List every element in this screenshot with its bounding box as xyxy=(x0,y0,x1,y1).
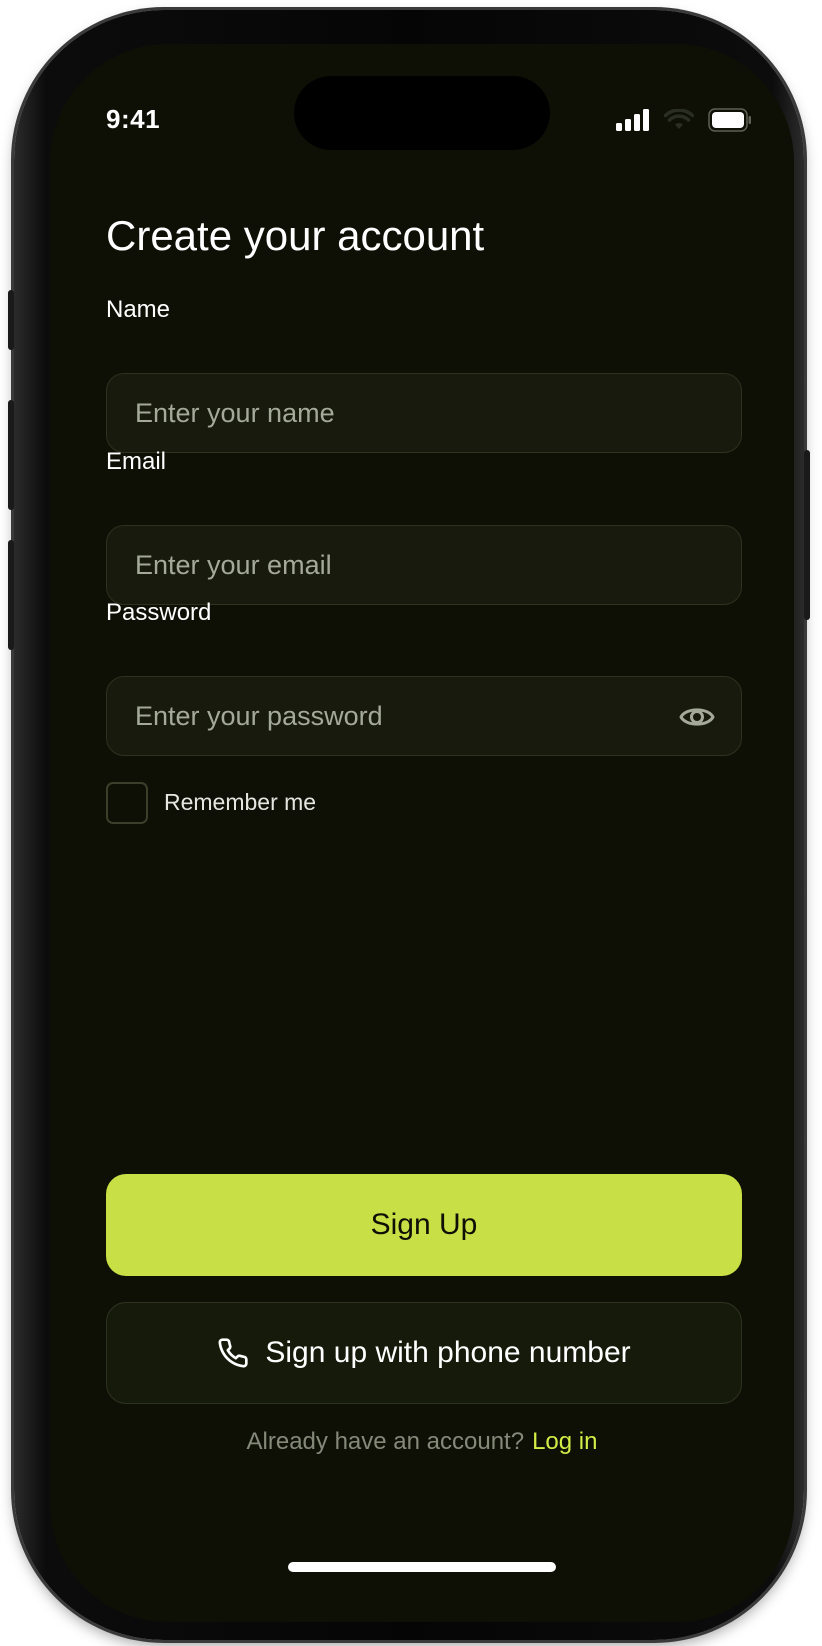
email-input[interactable] xyxy=(135,526,695,604)
name-field xyxy=(106,373,742,453)
dynamic-island xyxy=(294,76,550,150)
login-link[interactable]: Log in xyxy=(532,1428,597,1455)
battery-icon xyxy=(708,108,751,132)
power-button xyxy=(804,450,810,620)
name-input[interactable] xyxy=(135,374,695,452)
login-prompt: Already have an account? Log in xyxy=(50,1428,794,1456)
email-field xyxy=(106,525,742,605)
eye-icon[interactable] xyxy=(679,699,715,735)
status-icons xyxy=(616,108,752,132)
screen: 9:41 Create your account Name Enter your… xyxy=(50,44,794,1622)
volume-down-button xyxy=(8,540,14,650)
password-label: Password xyxy=(106,599,212,626)
remember-me-checkbox[interactable] xyxy=(106,782,148,824)
email-label: Email xyxy=(106,448,167,475)
page-title: Create your account xyxy=(106,212,485,259)
sign-up-button-label: Sign Up xyxy=(370,1208,478,1241)
home-indicator xyxy=(288,1562,556,1572)
phone-sign-up-label: Sign up with phone number xyxy=(265,1336,631,1369)
wifi-icon xyxy=(664,109,694,129)
cellular-signal-icon xyxy=(616,109,649,131)
sign-up-button[interactable]: Sign Up xyxy=(106,1174,742,1276)
status-time: 9:41 xyxy=(106,104,161,134)
action-button xyxy=(8,290,14,350)
password-input[interactable] xyxy=(135,677,695,755)
phone-sign-up-button[interactable]: Sign up with phone number xyxy=(106,1302,742,1404)
phone-frame: 9:41 Create your account Name Enter your… xyxy=(8,10,810,1640)
phone-icon xyxy=(218,1338,249,1368)
login-prompt-text: Already have an account? xyxy=(246,1428,525,1455)
remember-me-label: Remember me xyxy=(164,789,317,815)
volume-up-button xyxy=(8,400,14,510)
name-label: Name xyxy=(106,296,171,323)
password-field xyxy=(106,676,742,756)
